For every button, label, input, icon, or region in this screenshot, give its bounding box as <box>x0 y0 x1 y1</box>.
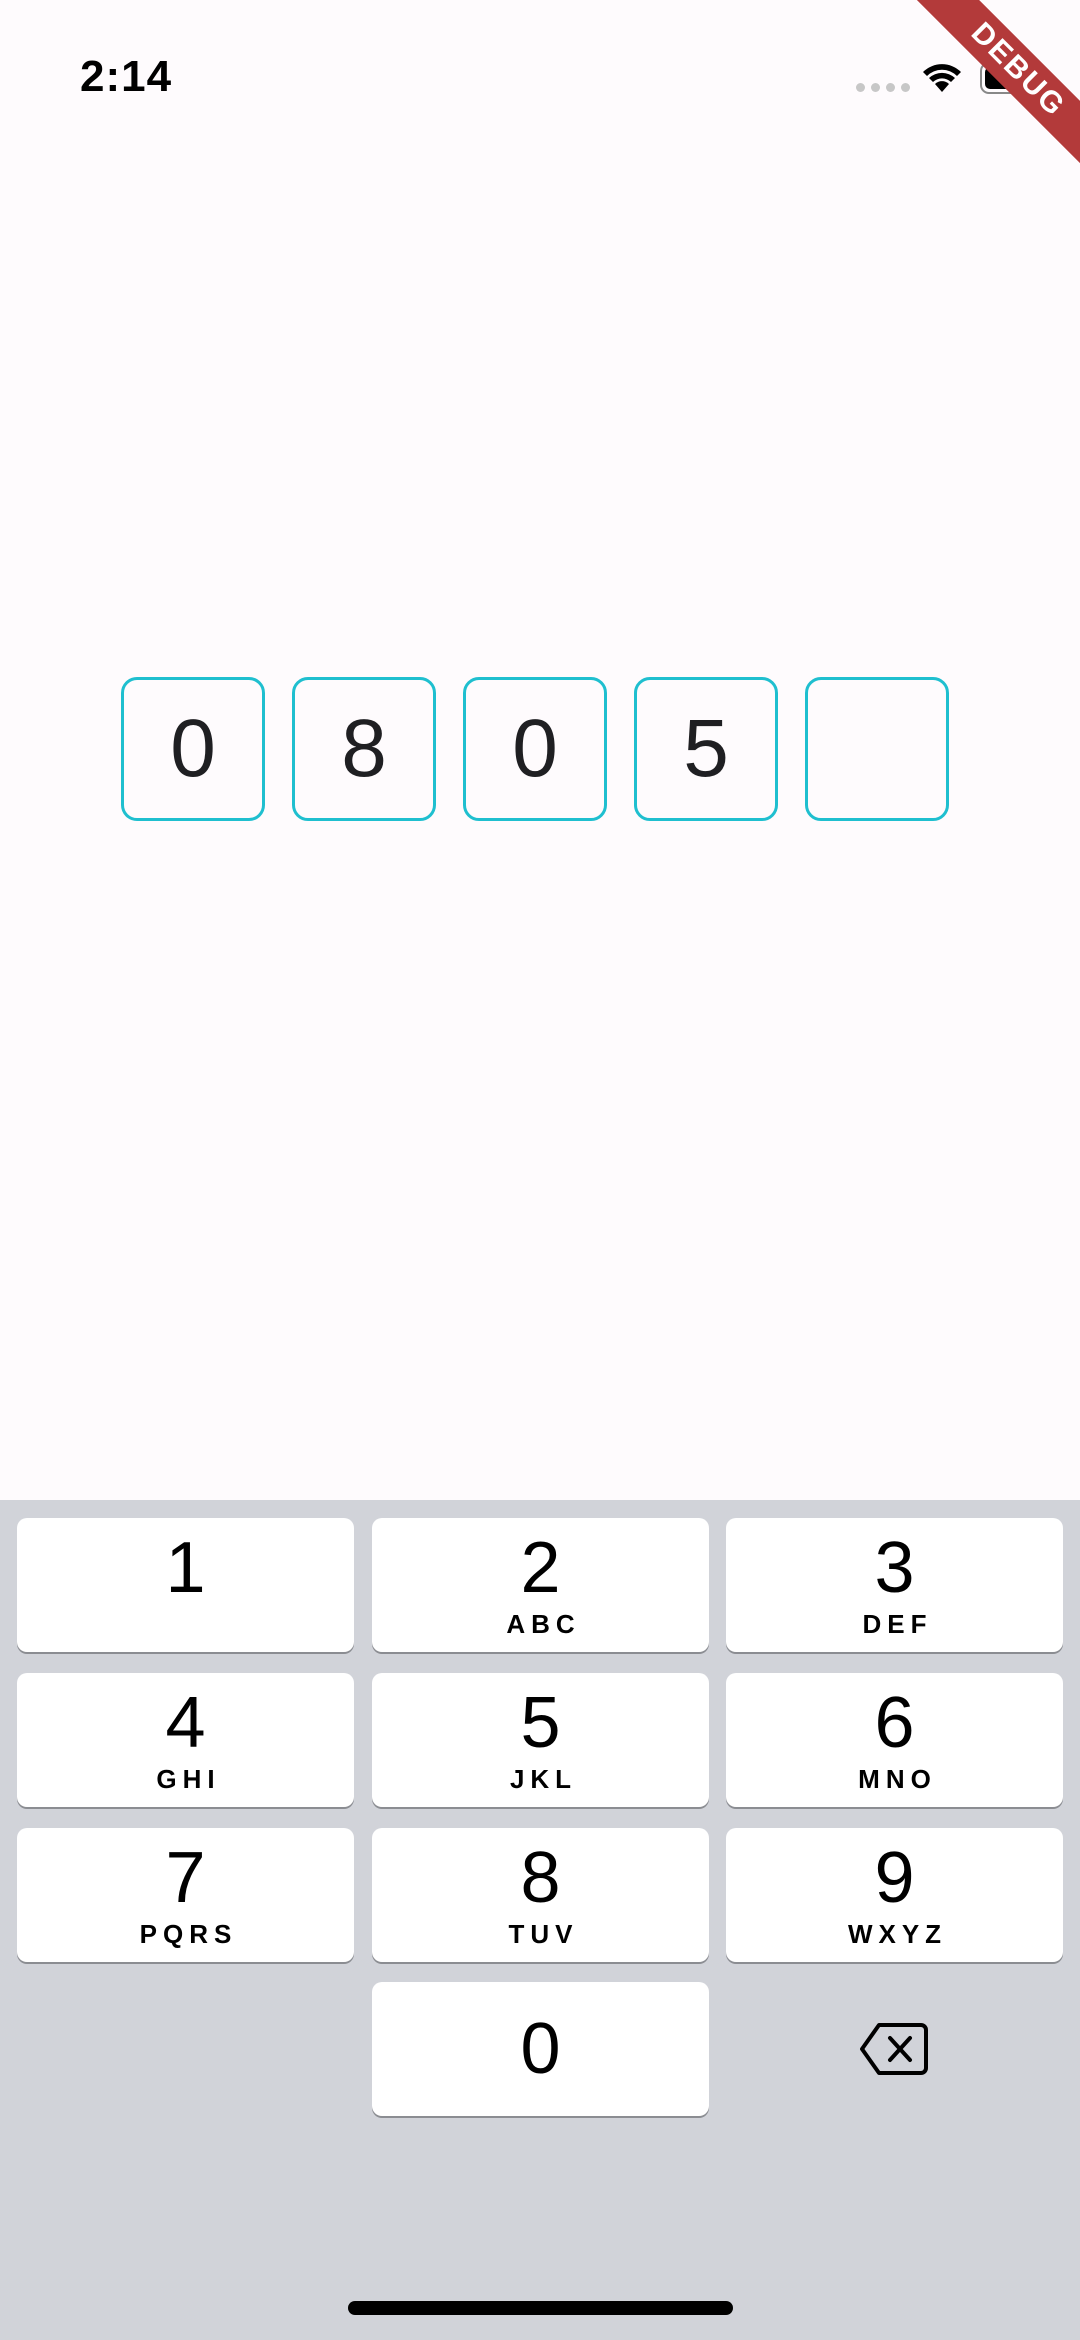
key-7[interactable]: 7 PQRS <box>17 1828 354 1962</box>
key-digit: 2 <box>520 1528 561 1608</box>
key-digit: 5 <box>520 1683 561 1763</box>
key-letters: TUV <box>508 1919 579 1949</box>
key-letters: MNO <box>858 1764 937 1794</box>
battery-icon <box>980 62 1046 94</box>
key-letters: PQRS <box>139 1919 238 1949</box>
pin-digit-box-2[interactable]: 8 <box>292 677 436 821</box>
key-digit: 9 <box>874 1838 915 1918</box>
key-4[interactable]: 4 GHI <box>17 1673 354 1807</box>
key-digit: 0 <box>520 2009 561 2089</box>
pin-code-field[interactable]: 0 8 0 5 <box>121 677 949 821</box>
pin-digit-box-1[interactable]: 0 <box>121 677 265 821</box>
key-letters: JKL <box>509 1764 578 1794</box>
key-digit: 4 <box>165 1683 206 1763</box>
key-digit: 6 <box>874 1683 915 1763</box>
key-digit: 7 <box>165 1838 206 1918</box>
backspace-icon <box>859 2023 928 2075</box>
key-6[interactable]: 6 MNO <box>726 1673 1063 1807</box>
key-2[interactable]: 2 ABC <box>372 1518 709 1652</box>
backspace-button[interactable] <box>725 1982 1062 2116</box>
key-5[interactable]: 5 JKL <box>372 1673 709 1807</box>
home-indicator[interactable] <box>348 2301 733 2315</box>
wifi-icon <box>923 64 961 92</box>
screen: 2:14 DEBUG 0 8 0 5 1 2 ABC 3 DEF 4 GHI 5… <box>0 0 1080 2340</box>
key-letters: DEF <box>862 1609 933 1639</box>
key-0[interactable]: 0 <box>372 1982 709 2116</box>
cellular-signal-icon <box>856 83 910 92</box>
key-digit: 3 <box>874 1528 915 1608</box>
key-9[interactable]: 9 WXYZ <box>726 1828 1063 1962</box>
key-letters: ABC <box>506 1609 581 1639</box>
key-letters: WXYZ <box>847 1919 948 1949</box>
pin-digit-box-5[interactable] <box>805 677 949 821</box>
key-digit: 8 <box>520 1838 561 1918</box>
key-1[interactable]: 1 <box>17 1518 354 1652</box>
key-letters: GHI <box>156 1764 221 1794</box>
key-digit: 1 <box>165 1528 206 1608</box>
pin-digit-box-3[interactable]: 0 <box>463 677 607 821</box>
key-8[interactable]: 8 TUV <box>372 1828 709 1962</box>
pin-digit-box-4[interactable]: 5 <box>634 677 778 821</box>
status-bar: 2:14 <box>0 0 1080 150</box>
key-3[interactable]: 3 DEF <box>726 1518 1063 1652</box>
status-time: 2:14 <box>80 52 173 101</box>
